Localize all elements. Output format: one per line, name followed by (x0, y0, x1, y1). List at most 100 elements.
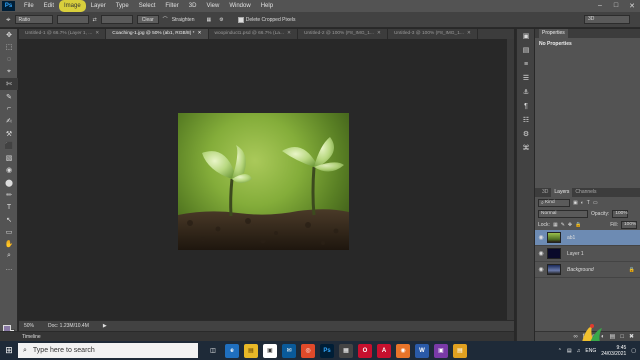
type-tool-icon[interactable]: T (0, 201, 18, 213)
eyedropper-tool-icon[interactable]: ✎ (0, 90, 18, 102)
opera-icon[interactable]: O (358, 343, 372, 358)
clear-button[interactable]: Clear (136, 15, 159, 24)
volume-icon[interactable]: ♫ (577, 348, 581, 354)
layer-row-background[interactable]: ◉ Background 🔒 (535, 262, 640, 278)
close-icon[interactable]: ✕ (377, 31, 381, 36)
lock-paint-icon[interactable]: ✎ (561, 222, 565, 228)
tab-untitled-3[interactable]: Untitled-3 @ 100% (F8_IMG_1... ✕ (388, 29, 478, 39)
history-icon[interactable]: ▣ (517, 29, 535, 43)
blur-tool-icon[interactable]: ⬤ (0, 177, 18, 189)
filter-adjust-icon[interactable]: ◐ (581, 200, 584, 206)
minimize-button[interactable]: – (592, 2, 608, 10)
brush-tool-icon[interactable]: ✍ (0, 115, 18, 127)
app-purple-icon[interactable]: ▣ (434, 343, 448, 358)
menu-edit[interactable]: Edit (39, 0, 59, 12)
crop-tool-icon[interactable]: ✄ (0, 78, 18, 91)
opacity-input[interactable]: 100% (612, 209, 629, 218)
maximize-button[interactable]: □ (608, 2, 624, 10)
adjustments-icon[interactable]: ≡ (517, 57, 535, 71)
gradient-tool-icon[interactable]: ◉ (0, 164, 18, 176)
pen-tool-icon[interactable]: ✏ (0, 189, 18, 201)
close-icon[interactable]: ✕ (287, 31, 291, 36)
hand-tool-icon[interactable]: ✋ (0, 238, 18, 250)
language-indicator[interactable]: ENG (585, 348, 596, 354)
fill-input[interactable]: 100% (621, 220, 637, 229)
vertical-scrollbar[interactable] (507, 39, 514, 320)
marquee-tool-icon[interactable]: ⬚ (0, 41, 18, 53)
close-icon[interactable]: ✕ (95, 31, 99, 36)
trash-icon[interactable]: ✖ (629, 333, 634, 340)
tab-untitled-1[interactable]: Untitled-1 @ 66.7% (Layer 1, ... ✕ (19, 29, 107, 39)
height-input[interactable] (100, 15, 133, 24)
delete-cropped-checkbox[interactable]: Delete Cropped Pixels (237, 16, 295, 23)
width-input[interactable] (56, 15, 89, 24)
menu-select[interactable]: Select (134, 0, 161, 12)
document-image-seedlings[interactable] (178, 113, 349, 250)
notifications-icon[interactable]: ▢ (631, 348, 636, 354)
zoom-tool-icon[interactable]: ⌕ (0, 250, 18, 262)
swap-icon[interactable]: ⇄ (93, 17, 97, 23)
zoom-level[interactable]: 50% (24, 323, 34, 329)
new-layer-icon[interactable]: □ (620, 334, 624, 340)
paragraph-icon[interactable]: ¶ (517, 99, 535, 113)
tab-woopinduct1[interactable]: woopinduct1.psd @ 66.7% (La... ✕ (209, 29, 298, 39)
actions-icon[interactable]: ▤ (517, 43, 535, 57)
task-view-icon[interactable]: ◫ (206, 344, 220, 358)
close-icon[interactable]: ✕ (198, 31, 202, 36)
tab-3d[interactable]: 3D (539, 188, 551, 197)
menu-window[interactable]: Window (224, 0, 255, 12)
shape-tool-icon[interactable]: ▭ (0, 226, 18, 238)
chrome-icon[interactable]: ◎ (301, 343, 315, 358)
lasso-tool-icon[interactable]: ◌ (0, 54, 18, 66)
file-explorer-icon[interactable]: ▤ (244, 343, 258, 358)
settings-gear-icon[interactable]: ⚙ (219, 17, 223, 23)
menu-help[interactable]: Help (256, 0, 278, 12)
clone-stamp-tool-icon[interactable]: ⚒ (0, 127, 18, 139)
menu-view[interactable]: View (201, 0, 224, 12)
ratio-select[interactable]: Ratio (14, 15, 53, 24)
mail-icon[interactable]: ✉ (282, 343, 296, 358)
quick-select-tool-icon[interactable]: ⌖ (0, 66, 18, 78)
group-folder-icon[interactable]: ▤ (610, 333, 616, 340)
canvas-area[interactable] (19, 39, 514, 320)
filter-pixel-icon[interactable]: ▣ (573, 200, 578, 206)
brush-presets-icon[interactable]: ⚓ (517, 85, 535, 99)
lock-transparent-icon[interactable]: ▦ (553, 222, 558, 228)
acrobat-icon[interactable]: A (377, 343, 391, 358)
crop-tool-icon[interactable]: ⌖ (6, 15, 11, 25)
healing-tool-icon[interactable]: ⌐ (0, 103, 18, 115)
swatches-icon[interactable]: ☰ (517, 71, 535, 85)
menu-filter[interactable]: Filter (160, 0, 183, 12)
lock-move-icon[interactable]: ✥ (568, 222, 572, 228)
firefox-icon[interactable]: ◉ (396, 343, 410, 358)
visibility-eye-icon[interactable]: ◉ (535, 250, 547, 257)
photoshop-taskbar-icon[interactable]: Ps (320, 343, 334, 358)
visibility-eye-icon[interactable]: ◉ (535, 234, 547, 241)
network-icon[interactable]: ▤ (567, 348, 572, 354)
filter-shape-icon[interactable]: ▭ (593, 200, 598, 206)
timeline-panel[interactable]: Timeline (0, 331, 514, 341)
workspace-select[interactable]: 3D (584, 15, 630, 24)
eraser-tool-icon[interactable]: ▧ (0, 152, 18, 164)
menu-layer[interactable]: Layer (86, 0, 111, 12)
edge-icon[interactable]: e (225, 343, 239, 358)
close-icon[interactable]: ✕ (467, 31, 471, 36)
store-icon[interactable]: ▣ (263, 343, 277, 358)
tray-chevron-icon[interactable]: ⌃ (558, 348, 562, 354)
visibility-eye-icon[interactable]: ◉ (535, 266, 547, 273)
tab-layers[interactable]: Layers (551, 188, 573, 197)
filter-type-icon[interactable]: T (587, 200, 590, 206)
3d-tools-icon[interactable]: ⌘ (517, 141, 535, 155)
status-menu-arrow-icon[interactable]: ▶ (103, 323, 107, 329)
taskbar-search-box[interactable]: ⌕ Type here to search (18, 343, 198, 358)
lock-all-icon[interactable]: 🔒 (575, 222, 581, 228)
filter-kind-select[interactable]: ⌕ Kind (538, 198, 570, 207)
clock[interactable]: 9:45 24/03/2021 (601, 345, 626, 357)
tab-properties[interactable]: Properties (539, 29, 568, 38)
tab-channels[interactable]: Channels (572, 188, 599, 197)
word-icon[interactable]: W (415, 343, 429, 358)
move-tool-icon[interactable]: ✥ (0, 29, 18, 41)
character-icon[interactable]: ☷ (517, 113, 535, 127)
grid-overlay-icon[interactable]: ▦ (206, 17, 211, 23)
layer-row-ab1[interactable]: ◉ ab1 (535, 230, 640, 246)
